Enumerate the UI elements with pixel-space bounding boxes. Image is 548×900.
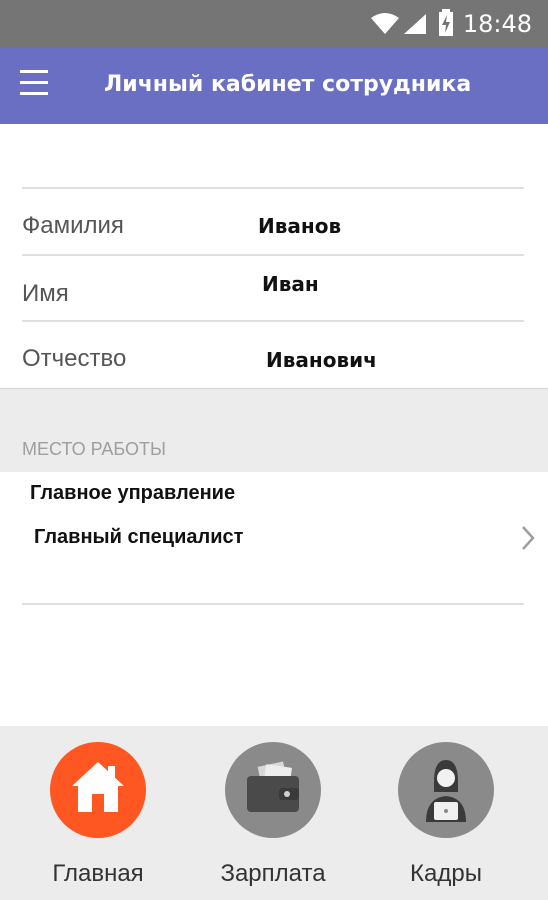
bottom-nav: Главная Зарплата Кадры [0, 726, 548, 900]
divider [22, 254, 524, 256]
workplace-header: МЕСТО РАБОТЫ [22, 439, 166, 459]
department-name: Главное управление [30, 482, 236, 504]
status-time: 18:48 [462, 10, 532, 38]
workplace-card[interactable]: Главное управление Главный специалист [0, 472, 548, 602]
nav-item-hr[interactable]: Кадры [366, 726, 526, 900]
workplace-section: МЕСТО РАБОТЫ [0, 388, 548, 472]
nav-label-salary: Зарплата [220, 860, 326, 887]
nav-label-home: Главная [52, 860, 144, 887]
wallet-icon [225, 742, 321, 838]
employee-icon [398, 742, 494, 838]
hamburger-menu-icon[interactable] [20, 70, 56, 102]
divider [22, 187, 524, 189]
page-title: Личный кабинет сотрудника [104, 72, 472, 97]
patronymic-value: Иванович [266, 348, 377, 372]
signal-icon [404, 14, 426, 34]
nav-item-home[interactable]: Главная [18, 726, 178, 900]
surname-label: Фамилия [22, 212, 124, 239]
name-value: Иван [262, 272, 319, 296]
chevron-right-icon [522, 526, 535, 550]
nav-label-hr: Кадры [410, 860, 482, 887]
patronymic-label: Отчество [22, 345, 127, 372]
nav-item-salary[interactable]: Зарплата [193, 726, 353, 900]
status-bar: 18:48 [0, 0, 548, 48]
wifi-icon [371, 13, 399, 34]
divider [22, 603, 524, 605]
home-icon [50, 742, 146, 838]
app-bar: Личный кабинет сотрудника [0, 48, 548, 124]
surname-value: Иванов [258, 214, 342, 238]
battery-charging-icon [439, 9, 453, 36]
position-name: Главный специалист [34, 526, 244, 548]
divider [22, 320, 524, 322]
name-label: Имя [22, 280, 69, 307]
